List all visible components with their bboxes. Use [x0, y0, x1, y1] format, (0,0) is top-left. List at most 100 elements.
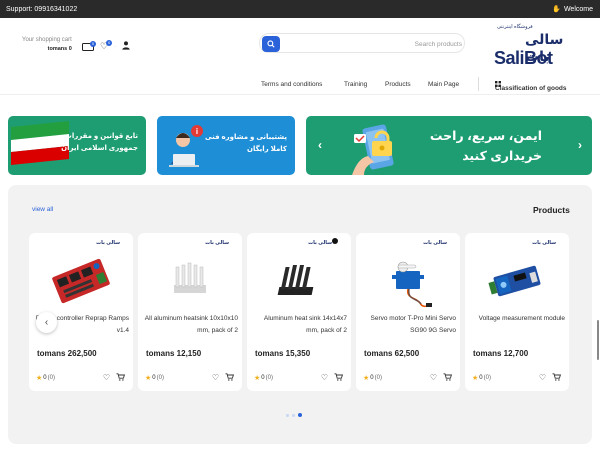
product-price: tomans 12,150: [146, 349, 202, 358]
product-rating: ★ 0 (0): [254, 374, 273, 382]
cart-icon[interactable]: [552, 373, 562, 383]
wishlist-icon[interactable]: ♡ 0: [100, 40, 113, 52]
product-price: tomans 62,500: [364, 349, 420, 358]
product-name[interactable]: Servo motor T-Pro Mini Servo SG90 9G Ser…: [360, 313, 457, 337]
card-logo: سالی بات: [308, 240, 332, 246]
wishlist-icon[interactable]: ♡: [430, 373, 437, 383]
logo-tagline: فروشگاه اینترنتی: [497, 24, 533, 30]
carousel-dot[interactable]: [292, 413, 295, 417]
cart-icon[interactable]: [334, 373, 344, 383]
nav-divider: [478, 77, 479, 91]
banner-laws[interactable]: تابع قوانین و مقررات جمهوری اسلامی ایران: [8, 116, 146, 175]
search-button[interactable]: [262, 36, 280, 52]
banner-laws-text: تابع قوانین و مقررات جمهوری اسلامی ایران: [61, 133, 138, 152]
product-rating: ★ 0 (0): [472, 374, 491, 382]
cart-total: tomans 0: [47, 46, 72, 52]
top-bar: Support: 09916341022 ✋ Welcome: [0, 0, 600, 18]
wishlist-icon[interactable]: ♡: [321, 373, 328, 383]
secure-phone-icon: [352, 124, 394, 175]
shopping-cart[interactable]: Your shopping cart tomans 0: [22, 37, 72, 52]
user-icon[interactable]: [122, 41, 130, 52]
chevron-left-icon: ‹: [44, 317, 49, 328]
card-logo: سالی بات: [205, 240, 229, 246]
product-price: tomans 12,700: [473, 349, 529, 358]
welcome: ✋ Welcome: [552, 5, 593, 14]
rating-count: (0): [156, 375, 164, 381]
star-icon: ★: [145, 375, 152, 382]
star-icon: ★: [36, 375, 43, 382]
support-phone[interactable]: Support: 09916341022: [6, 6, 77, 13]
card-logo: سالی بات: [423, 240, 447, 246]
product-name[interactable]: Aluminum heat sink 14x14x7 mm, pack of 2: [251, 313, 347, 337]
products-title: Products: [533, 205, 570, 215]
wishlist-icon[interactable]: ♡: [103, 373, 110, 383]
rating-value: 0: [43, 375, 47, 381]
servo-motor-image: [392, 261, 432, 308]
nav-rule: [0, 94, 600, 95]
star-icon: ★: [254, 375, 261, 382]
banner-next-icon[interactable]: ›: [578, 138, 582, 152]
compare-icon[interactable]: 0: [82, 40, 96, 51]
logo-latin: SaliBot: [494, 48, 553, 68]
ramps-board-image: [52, 258, 110, 304]
voltage-module-image: [488, 265, 541, 297]
nav-categories-label: Classification of goods: [495, 85, 567, 92]
wishlist-icon[interactable]: ♡: [539, 373, 546, 383]
site-logo[interactable]: فروشگاه اینترنتی سالی بات SaliBot: [493, 22, 577, 70]
rating-value: 0: [261, 375, 265, 381]
nav-training[interactable]: Training: [344, 81, 367, 88]
black-heatsink-image: [277, 265, 314, 295]
product-rating: ★ 0 (0): [145, 374, 164, 382]
wave-icon: ✋: [552, 6, 561, 13]
nav-terms[interactable]: Terms and conditions: [261, 81, 322, 88]
aluminum-heatsink-image: [174, 262, 206, 293]
product-actions: ♡: [212, 373, 235, 383]
search-input[interactable]: [286, 36, 462, 52]
star-icon: ★: [363, 375, 370, 382]
support-agent-icon: i: [169, 125, 203, 167]
rating-count: (0): [47, 375, 55, 381]
carousel-dot-active[interactable]: [298, 413, 302, 417]
banner-support-text: پشتیبانی و مشاوره فنی کاملا رایگان: [205, 134, 287, 153]
cart-icon[interactable]: [225, 373, 235, 383]
cart-icon[interactable]: [116, 373, 126, 383]
product-rating: ★ 0 (0): [363, 374, 382, 382]
product-card[interactable]: سالی بات All aluminum heatsink 10x10x10 …: [138, 233, 242, 391]
scrollbar[interactable]: [597, 320, 599, 360]
cart-icon[interactable]: [443, 373, 453, 383]
product-name[interactable]: Voltage measurement module: [469, 313, 565, 325]
wishlist-icon[interactable]: ♡: [212, 373, 219, 383]
nav-products[interactable]: Products: [385, 81, 411, 88]
wishlist-badge: 0: [106, 40, 113, 46]
compare-badge: 0: [90, 40, 96, 47]
nav-main-page[interactable]: Main Page: [428, 81, 459, 88]
welcome-text: Welcome: [563, 5, 593, 13]
star-icon: ★: [472, 375, 479, 382]
cart-label: Your shopping cart: [22, 37, 72, 43]
nav-categories[interactable]: Classification of goods: [495, 81, 567, 92]
product-card[interactable]: سالی بات Servo motor T-Pro Mini Servo SG…: [356, 233, 460, 391]
product-actions: ♡: [103, 373, 126, 383]
carousel-dot-icon: [332, 238, 338, 244]
banner-safe-shopping[interactable]: ‹ ایمن، سریع، راحت خریداری کنید ›: [306, 116, 592, 175]
view-all-link[interactable]: view all: [32, 206, 53, 213]
rating-count: (0): [374, 375, 382, 381]
rating-count: (0): [265, 375, 273, 381]
card-logo: سالی بات: [532, 240, 556, 246]
banner-support[interactable]: i پشتیبانی و مشاوره فنی کاملا رایگان: [157, 116, 295, 175]
banner-safe-text: ایمن، سریع، راحت خریداری کنید: [429, 129, 542, 163]
carousel-dots: [286, 413, 302, 417]
header-icons: 0 ♡ 0 ·: [82, 40, 130, 52]
search-icon: [267, 40, 275, 48]
banner-prev-icon[interactable]: ‹: [318, 138, 322, 152]
search-bar: [259, 33, 465, 53]
rating-value: 0: [479, 375, 483, 381]
product-card[interactable]: سالی بات Aluminum heat sink 14x14x7 mm, …: [247, 233, 351, 391]
product-name[interactable]: All aluminum heatsink 10x10x10 mm, pack …: [142, 313, 238, 337]
rating-count: (0): [483, 375, 491, 381]
carousel-prev-button[interactable]: ‹: [36, 312, 57, 333]
carousel-dot[interactable]: [286, 413, 289, 417]
product-price: tomans 262,500: [37, 349, 97, 358]
product-card[interactable]: سالی بات Voltage measurement module toma…: [465, 233, 569, 391]
main-nav: Terms and conditions Training Products M…: [0, 77, 600, 93]
